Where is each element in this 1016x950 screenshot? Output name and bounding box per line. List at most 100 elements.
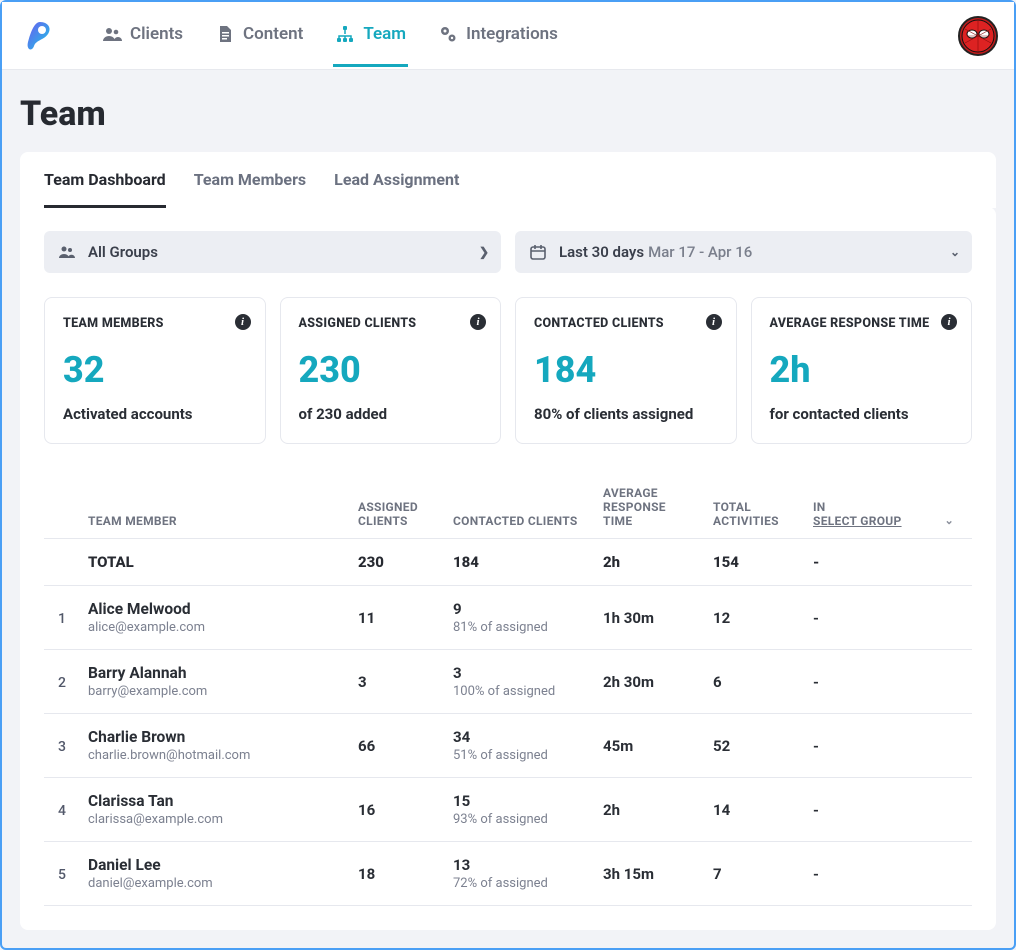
nav-team[interactable]: Team [333,4,408,67]
group-value: - [813,865,819,883]
contacted-pct: 72% of assigned [453,876,587,891]
info-icon[interactable]: i [706,314,722,330]
contacted-pct: 81% of assigned [453,620,587,635]
contacted-value: 34 [453,728,587,746]
member-name: Alice Melwood [88,600,342,618]
gears-icon [438,24,458,44]
total-contacted: 184 [445,539,595,586]
th-group[interactable]: IN SELECT GROUP ⌄ [805,472,972,539]
stat-sub: 80% of clients assigned [534,405,718,423]
chevron-down-icon: ⌄ [950,245,960,259]
member-email: barry@example.com [88,684,342,699]
contacted-value: 9 [453,600,587,618]
tab-members[interactable]: Team Members [194,170,306,208]
group-value: - [813,801,819,819]
sitemap-icon [335,24,355,44]
chevron-right-icon: ❯ [479,245,489,259]
stat-value: 2h [770,349,954,391]
tab-lead-assignment[interactable]: Lead Assignment [334,170,459,208]
member-email: alice@example.com [88,620,342,635]
table-row[interactable]: 5 Daniel Lee daniel@example.com 18 13 72… [44,842,972,906]
th-assigned[interactable]: ASSIGNED CLIENTS [350,472,445,539]
table-row[interactable]: 1 Alice Melwood alice@example.com 11 9 8… [44,586,972,650]
users-icon [102,24,122,44]
sub-tabs: Team Dashboard Team Members Lead Assignm… [20,152,996,208]
contacted-pct: 100% of assigned [453,684,587,699]
member-name: Charlie Brown [88,728,342,746]
date-filter-range: Mar 17 - Apr 16 [648,243,752,261]
activities-value: 7 [713,865,722,883]
row-index: 1 [58,611,66,627]
date-filter-label: Last 30 days [559,243,644,261]
member-email: daniel@example.com [88,876,342,891]
total-group: - [805,539,972,586]
contacted-value: 15 [453,792,587,810]
th-member[interactable]: TEAM MEMBER [80,472,350,539]
filter-row: All Groups ❯ Last 30 days Mar 17 - Apr 1… [44,231,972,273]
tab-dashboard[interactable]: Team Dashboard [44,170,166,208]
row-index: 2 [58,675,66,691]
nav-integrations[interactable]: Integrations [436,4,560,67]
response-value: 3h 15m [603,865,654,883]
table-row[interactable]: 2 Barry Alannah barry@example.com 3 3 10… [44,650,972,714]
response-value: 2h [603,801,620,819]
stat-sub: for contacted clients [770,405,954,423]
select-group-link[interactable]: SELECT GROUP [813,514,902,528]
th-activities[interactable]: TOTAL ACTIVITIES [705,472,805,539]
th-contacted[interactable]: CONTACTED CLIENTS [445,472,595,539]
app-logo[interactable] [22,18,58,54]
stat-label: AVERAGE RESPONSE TIME [770,316,954,331]
contacted-pct: 51% of assigned [453,748,587,763]
activities-value: 14 [713,801,730,819]
group-value: - [813,737,819,755]
stat-cards: TEAM MEMBERS i 32 Activated accounts ASS… [44,297,972,444]
nav-content[interactable]: Content [213,4,305,67]
page-title: Team [20,94,996,134]
nav-label: Integrations [466,24,558,44]
th-group-prefix: IN [813,500,826,514]
contacted-pct: 93% of assigned [453,812,587,827]
table-row-total: TOTAL 230 184 2h 154 - [44,539,972,586]
stat-label: CONTACTED CLIENTS [534,316,718,331]
row-index: 5 [58,867,66,883]
calendar-icon [529,243,547,261]
user-avatar[interactable] [958,16,998,56]
nav-clients[interactable]: Clients [100,4,185,67]
group-filter-label: All Groups [88,243,158,261]
table-row[interactable]: 3 Charlie Brown charlie.brown@hotmail.co… [44,714,972,778]
th-response[interactable]: AVERAGE RESPONSE TIME [595,472,705,539]
row-index: 4 [58,803,66,819]
group-filter[interactable]: All Groups ❯ [44,231,501,273]
total-label: TOTAL [80,539,350,586]
contacted-value: 3 [453,664,587,682]
row-index: 3 [58,739,66,755]
date-filter[interactable]: Last 30 days Mar 17 - Apr 16 ⌄ [515,231,972,273]
nav-label: Team [363,24,406,44]
response-value: 1h 30m [603,609,654,627]
member-email: charlie.brown@hotmail.com [88,748,342,763]
stat-value: 230 [299,349,483,391]
total-activities: 154 [705,539,805,586]
info-icon[interactable]: i [235,314,251,330]
main-nav: Clients Content Team Integrations [100,4,560,67]
response-value: 2h 30m [603,673,654,691]
activities-value: 52 [713,737,730,755]
assigned-value: 18 [358,865,375,883]
stat-avg-response-time: AVERAGE RESPONSE TIME i 2h for contacted… [751,297,973,444]
users-icon [58,243,76,261]
file-icon [215,24,235,44]
group-value: - [813,673,819,691]
stat-sub: Activated accounts [63,405,247,423]
stat-value: 32 [63,349,247,391]
stat-contacted-clients: CONTACTED CLIENTS i 184 80% of clients a… [515,297,737,444]
info-icon[interactable]: i [941,314,957,330]
member-email: clarissa@example.com [88,812,342,827]
assigned-value: 11 [358,609,375,627]
table-row[interactable]: 4 Clarissa Tan clarissa@example.com 16 1… [44,778,972,842]
total-assigned: 230 [350,539,445,586]
stat-sub: of 230 added [299,405,483,423]
info-icon[interactable]: i [470,314,486,330]
member-name: Daniel Lee [88,856,342,874]
member-name: Barry Alannah [88,664,342,682]
dashboard-panel: All Groups ❯ Last 30 days Mar 17 - Apr 1… [20,207,996,930]
